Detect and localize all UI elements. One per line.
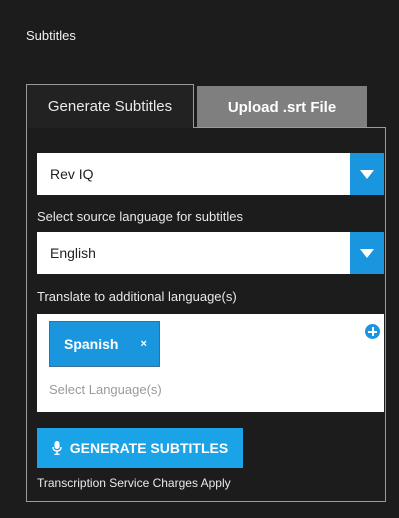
tab-content: Rev IQ Select source language for subtit… xyxy=(26,127,386,502)
chevron-down-icon xyxy=(360,248,374,258)
service-dropdown-button[interactable] xyxy=(350,153,384,195)
generate-subtitles-button[interactable]: GENERATE SUBTITLES xyxy=(37,428,243,468)
select-language-placeholder[interactable]: Select Language(s) xyxy=(49,382,162,397)
chip-label: Spanish xyxy=(64,336,119,352)
service-select[interactable]: Rev IQ xyxy=(37,153,384,195)
language-chip-spanish: Spanish × xyxy=(49,321,160,367)
microphone-icon xyxy=(52,441,62,455)
tab-generate-subtitles[interactable]: Generate Subtitles xyxy=(26,84,194,128)
generate-button-label: GENERATE SUBTITLES xyxy=(69,440,229,456)
chip-remove-icon[interactable]: × xyxy=(140,338,146,350)
source-language-dropdown-button[interactable] xyxy=(350,232,384,274)
source-language-select[interactable]: English xyxy=(37,232,384,274)
add-language-icon[interactable] xyxy=(365,324,380,339)
charges-note: Transcription Service Charges Apply xyxy=(37,476,231,490)
translate-language-multiselect[interactable]: Spanish × Select Language(s) xyxy=(37,314,384,412)
source-language-value: English xyxy=(50,245,96,261)
tab-upload-srt-file[interactable]: Upload .srt File xyxy=(197,86,367,128)
chevron-down-icon xyxy=(360,169,374,179)
translate-label: Translate to additional language(s) xyxy=(37,289,237,304)
service-select-value: Rev IQ xyxy=(50,166,94,182)
subtitles-panel: Subtitles Generate Subtitles Upload .srt… xyxy=(0,0,399,518)
source-language-label: Select source language for subtitles xyxy=(37,209,243,224)
section-title: Subtitles xyxy=(26,28,76,43)
